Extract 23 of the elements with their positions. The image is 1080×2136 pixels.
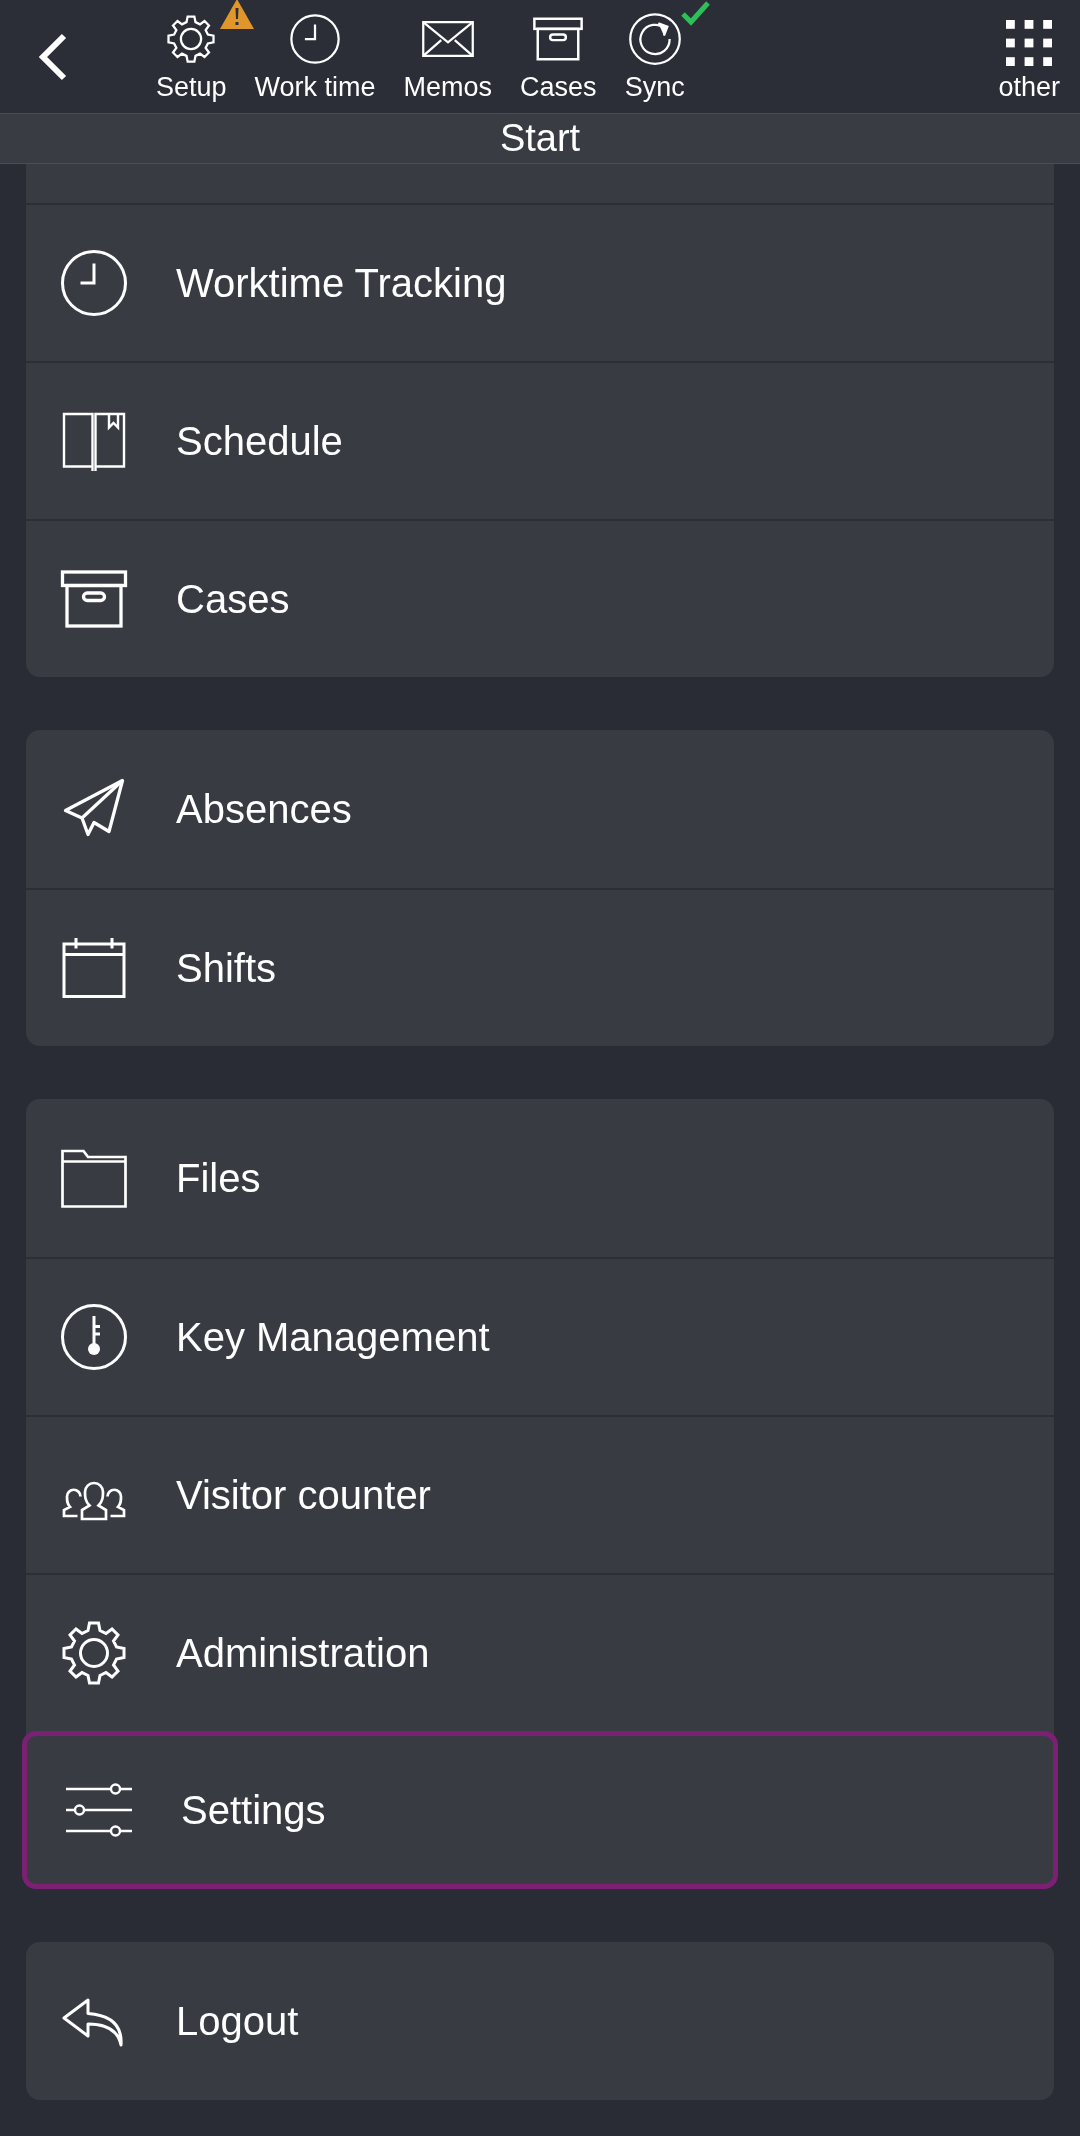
- toolbar-button[interactable]: Work time: [250, 0, 380, 113]
- menu-item[interactable]: Schedule: [26, 361, 1054, 519]
- menu-item[interactable]: Absences: [26, 730, 1054, 888]
- page-title: Start: [499, 117, 581, 160]
- key-icon: [58, 1301, 130, 1373]
- toolbar-button[interactable]: Cases: [516, 0, 601, 113]
- sync-icon: [627, 12, 682, 66]
- clock-icon: [288, 12, 343, 66]
- menu-item[interactable]: Cases: [26, 519, 1054, 677]
- toolbar-button[interactable]: Setup: [152, 0, 231, 113]
- menu-item[interactable]: Logout: [26, 1942, 1054, 2100]
- clock-icon: [58, 247, 130, 319]
- menu-item[interactable]: Shifts: [26, 888, 1054, 1046]
- menu-item[interactable]: Key Management: [26, 1257, 1054, 1415]
- menu-item[interactable]: Files: [26, 1099, 1054, 1257]
- more-button[interactable]: other: [994, 0, 1064, 113]
- menu-item[interactable]: Visitor counter: [26, 1415, 1054, 1573]
- grid-icon: [1006, 20, 1053, 66]
- toolbar-button[interactable]: Memos: [399, 0, 497, 113]
- menu-item[interactable]: Administration: [26, 1573, 1054, 1731]
- toolbar-button[interactable]: Sync: [620, 0, 689, 113]
- menu-item[interactable]: Settings: [22, 1731, 1058, 1889]
- menu-item[interactable]: Worktime Tracking: [26, 203, 1054, 361]
